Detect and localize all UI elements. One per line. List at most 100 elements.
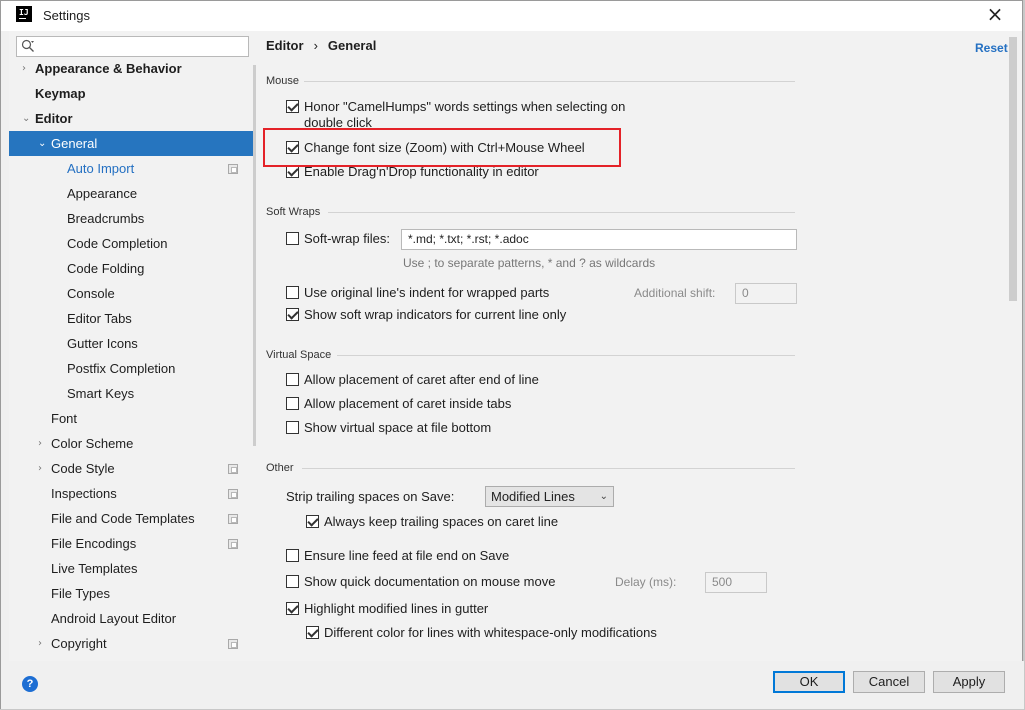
section-divider [328,212,795,213]
sidebar-item-smart-keys[interactable]: Smart Keys [9,381,255,406]
sidebar-item-label: Smart Keys [67,386,135,401]
original-indent-label: Use original line's indent for wrapped p… [304,285,550,300]
content-scrollbar[interactable] [1009,37,1017,301]
chevron-right-icon[interactable]: › [38,431,42,456]
chevron-right-icon[interactable]: › [38,456,42,481]
keep-trailing-option[interactable]: Always keep trailing spaces on caret lin… [306,512,566,532]
search-input[interactable] [16,36,249,57]
project-settings-icon [228,464,238,474]
soft-wrap-patterns-input[interactable]: *.md; *.txt; *.rst; *.adoc [401,229,797,250]
section-other: Other [266,462,294,474]
sidebar-item-live-templates[interactable]: Live Templates [9,556,255,581]
virtual-space-bottom-checkbox[interactable] [286,421,299,434]
sidebar-item-file-types[interactable]: File Types [9,581,255,606]
settings-sidebar: › Appearance & Behavior Keymap ⌄ Editor ⌄ Gene… [9,31,256,661]
caret-inside-tabs-checkbox[interactable] [286,397,299,410]
sidebar-item-file-and-code-templates[interactable]: File and Code Templates [9,506,255,531]
sidebar-item-code-completion[interactable]: Code Completion [9,231,255,256]
project-settings-icon [228,489,238,499]
sidebar-item-label: Keymap [35,86,86,101]
sidebar-item-label: Copyright [51,636,107,651]
sidebar-item-file-encodings[interactable]: File Encodings [9,531,255,556]
whitespace-color-checkbox[interactable] [306,626,319,639]
sidebar-item-label: Editor [35,111,73,126]
sidebar-item-label: Gutter Icons [67,336,138,351]
cancel-button[interactable]: Cancel [853,671,925,693]
sidebar-item-label: Console [67,286,115,301]
zoom-checkbox[interactable] [286,141,299,154]
ok-button[interactable]: OK [773,671,845,693]
highlight-modified-checkbox[interactable] [286,602,299,615]
caret-inside-tabs-label: Allow placement of caret inside tabs [304,396,512,411]
sidebar-item-auto-import[interactable]: Auto Import [9,156,255,181]
sidebar-item-label: Postfix Completion [67,361,176,376]
sidebar-item-code-style[interactable]: › Code Style [9,456,255,481]
drag-drop-option[interactable]: Enable Drag'n'Drop functionality in edit… [286,162,566,182]
highlight-modified-label: Highlight modified lines in gutter [304,601,489,616]
drag-drop-checkbox[interactable] [286,165,299,178]
chevron-down-icon: ⌄ [599,491,608,502]
strip-spaces-select[interactable]: Modified Lines ⌄ [485,486,614,507]
sidebar-item-label: Inspections [51,486,117,501]
help-icon[interactable]: ? [22,676,38,692]
sidebar-item-label: Font [51,411,78,426]
sidebar-item-copyright[interactable]: › Copyright [9,631,255,656]
sidebar-item-postfix-completion[interactable]: Postfix Completion [9,356,255,381]
sidebar-item-label: Code Style [51,461,115,476]
quick-doc-option[interactable]: Show quick documentation on mouse move [286,572,576,592]
sidebar-item-console[interactable]: Console [9,281,255,306]
close-icon[interactable]: × [984,4,1006,26]
sidebar-item-editor-tabs[interactable]: Editor Tabs [9,306,255,331]
camelhumps-checkbox[interactable] [286,100,299,113]
section-virtual-space: Virtual Space [266,349,332,361]
sidebar-item-appearance[interactable]: Appearance [9,181,255,206]
soft-wrap-files-checkbox[interactable] [286,232,299,245]
caret-after-end-checkbox[interactable] [286,373,299,386]
section-divider [304,81,795,82]
additional-shift-label: Additional shift: [634,286,716,300]
breadcrumb-parent[interactable]: Editor [266,38,304,53]
caret-after-end-option[interactable]: Allow placement of caret after end of li… [286,370,556,390]
camelhumps-option[interactable]: Honor "CamelHumps" words settings when s… [286,97,646,117]
sidebar-item-android-layout-editor[interactable]: Android Layout Editor [9,606,255,631]
delay-input[interactable]: 500 [705,572,767,593]
wrap-indicators-option[interactable]: Show soft wrap indicators for current li… [286,305,586,325]
chevron-right-icon[interactable]: › [22,56,26,81]
apply-button[interactable]: Apply [933,671,1005,693]
sidebar-item-gutter-icons[interactable]: Gutter Icons [9,331,255,356]
whitespace-color-label: Different color for lines with whitespac… [324,625,657,640]
sidebar-item-general[interactable]: ⌄ General [9,131,255,156]
window-title: Settings [43,8,90,23]
keep-trailing-checkbox[interactable] [306,515,319,528]
sidebar-item-editor[interactable]: ⌄ Editor [9,106,255,131]
sidebar-item-code-folding[interactable]: Code Folding [9,256,255,281]
zoom-option[interactable]: Change font size (Zoom) with Ctrl+Mouse … [286,138,606,158]
quick-doc-checkbox[interactable] [286,575,299,588]
sidebar-item-label: Editor Tabs [67,311,132,326]
sidebar-item-color-scheme[interactable]: › Color Scheme [9,431,255,456]
reset-link[interactable]: Reset [975,41,1008,55]
original-indent-checkbox[interactable] [286,286,299,299]
soft-wrap-files-option[interactable]: Soft-wrap files: [286,229,396,249]
chevron-down-icon[interactable]: ⌄ [22,106,30,131]
sidebar-item-breadcrumbs[interactable]: Breadcrumbs [9,206,255,231]
whitespace-color-option[interactable]: Different color for lines with whitespac… [306,623,686,643]
original-indent-option[interactable]: Use original line's indent for wrapped p… [286,283,576,303]
sidebar-item-keymap[interactable]: Keymap [9,81,255,106]
virtual-space-bottom-option[interactable]: Show virtual space at file bottom [286,418,516,438]
caret-inside-tabs-option[interactable]: Allow placement of caret inside tabs [286,394,536,414]
line-feed-checkbox[interactable] [286,549,299,562]
line-feed-option[interactable]: Ensure line feed at file end on Save [286,546,526,566]
sidebar-item-appearance-behavior[interactable]: › Appearance & Behavior [9,56,255,81]
sidebar-item-inspections[interactable]: Inspections [9,481,255,506]
sidebar-item-font[interactable]: Font [9,406,255,431]
section-divider [337,355,795,356]
wrap-indicators-checkbox[interactable] [286,308,299,321]
additional-shift-input[interactable]: 0 [735,283,797,304]
settings-window: IJ Settings × › Appearance & Behavior Keym… [0,0,1024,709]
highlight-modified-option[interactable]: Highlight modified lines in gutter [286,599,516,619]
chevron-down-icon[interactable]: ⌄ [38,131,46,156]
project-settings-icon [228,164,238,174]
section-soft-wraps: Soft Wraps [266,206,321,218]
chevron-right-icon[interactable]: › [38,631,42,656]
